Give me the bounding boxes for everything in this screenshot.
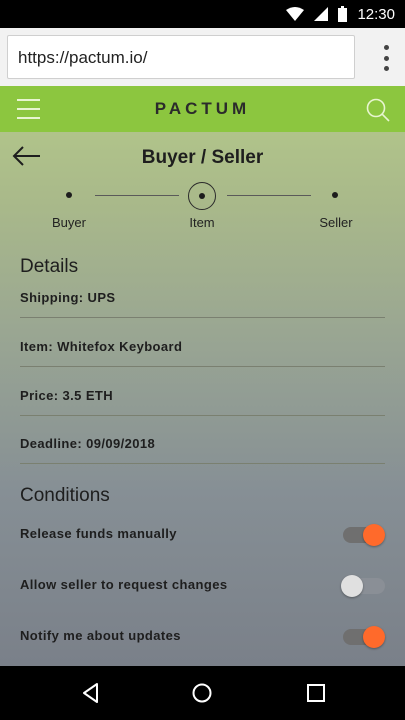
- status-bar: 12:30: [0, 0, 405, 28]
- detail-row-price: Price: 3.5 ETH: [20, 382, 385, 416]
- condition-label: Allow seller to request changes: [20, 577, 228, 592]
- page-title: Buyer / Seller: [141, 147, 264, 168]
- back-triangle-icon[interactable]: [79, 681, 103, 705]
- condition-label: Release funds manually: [20, 526, 177, 541]
- step-label-item: Item: [189, 215, 215, 230]
- search-icon[interactable]: [365, 97, 391, 123]
- notify-updates-toggle[interactable]: [341, 626, 385, 648]
- signal-icon: [314, 7, 329, 21]
- condition-label: Notify me about updates: [20, 628, 181, 643]
- detail-row-shipping: Shipping: UPS: [20, 284, 385, 318]
- step-label-seller: Seller: [319, 215, 353, 230]
- release-funds-toggle[interactable]: [341, 524, 385, 546]
- progress-stepper: Buyer Item Seller: [0, 182, 405, 232]
- step-label-buyer: Buyer: [52, 215, 86, 230]
- step-dot-seller[interactable]: [332, 192, 338, 198]
- step-connector: [227, 195, 311, 196]
- detail-row-deadline: Deadline: 09/09/2018: [20, 430, 385, 464]
- condition-notify-updates: Notify me about updates: [20, 622, 385, 652]
- app-header: PACTUM: [0, 86, 405, 132]
- conditions-heading: Conditions: [20, 485, 110, 506]
- brand-logo: PACTUM: [154, 99, 251, 118]
- step-dot-buyer[interactable]: [66, 192, 72, 198]
- detail-row-item: Item: Whitefox Keyboard: [20, 333, 385, 367]
- condition-allow-changes: Allow seller to request changes: [20, 571, 385, 601]
- condition-release-funds: Release funds manually: [20, 520, 385, 550]
- url-field[interactable]: https://pactum.io/: [7, 35, 355, 79]
- browser-toolbar: https://pactum.io/: [0, 28, 405, 86]
- home-circle-icon[interactable]: [190, 681, 214, 705]
- status-time: 12:30: [357, 5, 395, 23]
- details-heading: Details: [20, 256, 79, 277]
- system-nav-bar: [0, 666, 405, 720]
- kebab-menu-icon[interactable]: [381, 45, 391, 71]
- wifi-icon: [286, 7, 305, 21]
- step-connector: [95, 195, 179, 196]
- step-dot-item-active[interactable]: [188, 182, 216, 210]
- recents-square-icon[interactable]: [304, 681, 328, 705]
- app-content: PACTUM Buyer / Seller Buyer Item Seller …: [0, 86, 405, 666]
- battery-icon: [338, 6, 348, 22]
- allow-changes-toggle[interactable]: [341, 575, 385, 597]
